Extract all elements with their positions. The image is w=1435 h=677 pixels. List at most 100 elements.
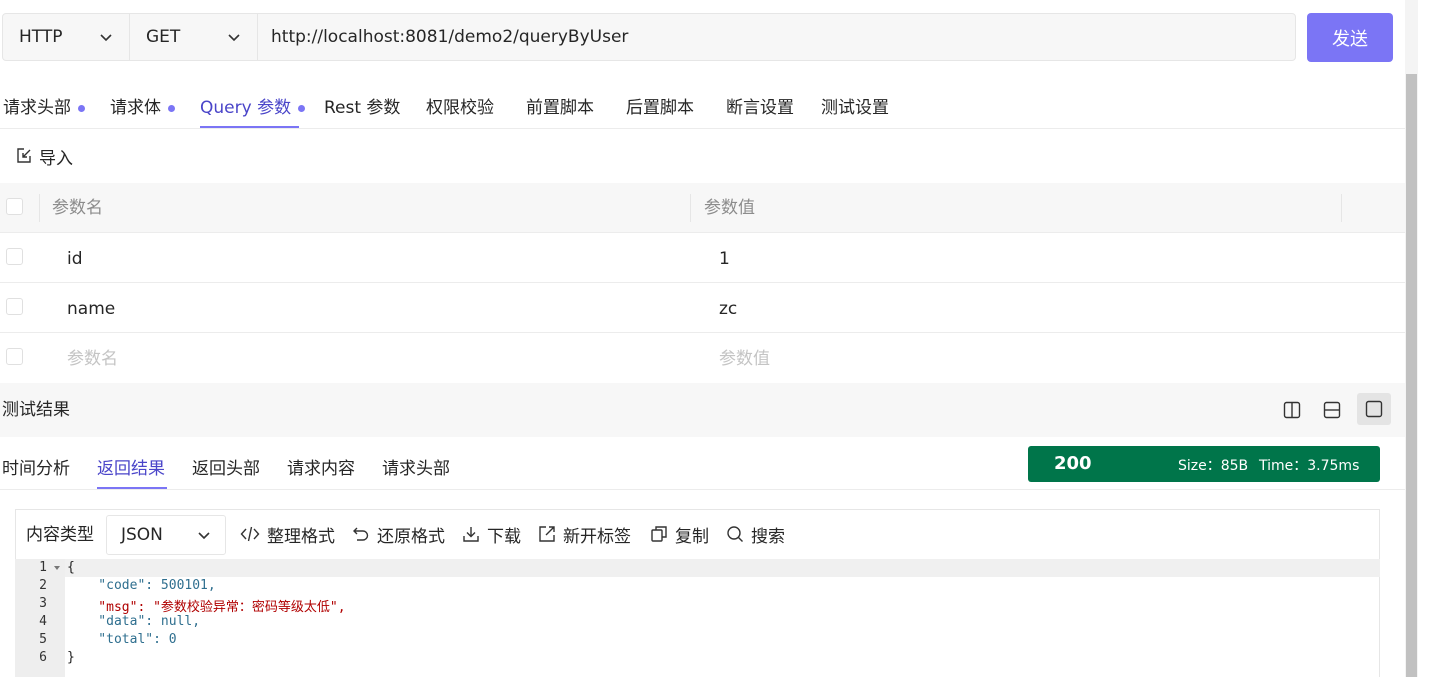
result-title: 测试结果 [2, 400, 70, 420]
result-tab-timing[interactable]: 时间分析 [2, 457, 70, 481]
line-number: 1 [39, 560, 47, 575]
params-table-header [0, 183, 1405, 233]
tab-request-body[interactable]: 请求体 [110, 96, 175, 120]
download-button[interactable]: 下载 [462, 522, 521, 547]
layout-horizontal-split-button[interactable] [1318, 396, 1346, 424]
response-code-editor[interactable]: 1 2 3 4 5 6 { "code": 500101, "msg": "参数… [15, 559, 1380, 677]
tab-label: Rest 参数 [324, 98, 401, 118]
status-banner: 200 Size：85B Time：3.75ms [1028, 446, 1380, 482]
param-name-cell[interactable]: name [67, 297, 115, 321]
result-header [0, 383, 1405, 437]
open-new-tab-button[interactable]: 新开标签 [538, 522, 631, 547]
line-number: 3 [39, 596, 47, 611]
tab-label: 前置脚本 [526, 98, 594, 118]
search-label: 搜索 [751, 526, 785, 547]
scrollbar-thumb[interactable] [1406, 74, 1417, 677]
fold-arrow-icon[interactable] [53, 564, 61, 572]
line-number: 2 [39, 578, 47, 593]
code-line: } [67, 650, 75, 665]
content-type-value: JSON [121, 525, 163, 545]
square-icon [1365, 400, 1383, 418]
copy-icon [651, 526, 667, 542]
tab-query-params[interactable]: Query 参数 [200, 96, 306, 120]
column-divider [39, 194, 40, 222]
code-icon [240, 526, 260, 542]
send-button[interactable]: 发送 [1307, 13, 1393, 62]
param-name-cell[interactable]: id [67, 247, 83, 271]
download-icon [463, 527, 479, 542]
tab-auth[interactable]: 权限校验 [426, 96, 494, 120]
content-type-select[interactable]: JSON [106, 515, 226, 555]
open-new-tab-label: 新开标签 [563, 526, 631, 547]
import-icon [17, 148, 31, 163]
request-bar: HTTP GET http://localhost:8081/demo2/que… [2, 13, 1296, 61]
method-select[interactable]: GET [130, 14, 258, 60]
split-horizontal-icon [1323, 401, 1341, 419]
row-checkbox[interactable] [6, 248, 23, 265]
result-tab-request-content[interactable]: 请求内容 [287, 457, 355, 481]
method-value: GET [146, 27, 181, 47]
tab-assertions[interactable]: 断言设置 [726, 96, 794, 120]
new-param-value-input[interactable]: 参数值 [719, 347, 770, 371]
format-label: 整理格式 [267, 526, 335, 547]
column-header-name: 参数名 [52, 198, 103, 218]
new-param-name-input[interactable]: 参数名 [67, 347, 118, 371]
content-type-label: 内容类型 [26, 525, 94, 545]
format-button[interactable]: 整理格式 [240, 522, 335, 547]
tab-label: 测试设置 [821, 98, 889, 118]
line-number: 4 [39, 614, 47, 629]
protocol-select[interactable]: HTTP [3, 14, 130, 60]
split-vertical-icon [1283, 401, 1301, 419]
status-code: 200 [1054, 453, 1092, 474]
active-line-highlight [65, 559, 1380, 577]
search-button[interactable]: 搜索 [726, 522, 785, 547]
code-line: { [67, 560, 75, 575]
result-tab-request-headers[interactable]: 请求头部 [382, 457, 450, 481]
response-time: Time：3.75ms [1259, 458, 1360, 474]
divider [0, 332, 1405, 333]
code-line: "msg": "参数校验异常：密码等级太低", [67, 600, 346, 615]
copy-label: 复制 [675, 526, 709, 547]
tab-label: 请求头部 [3, 98, 71, 118]
modified-dot [298, 104, 306, 112]
tab-label: 请求体 [110, 98, 161, 118]
layout-full-button[interactable] [1357, 393, 1391, 425]
chevron-down-icon [228, 34, 240, 42]
tab-post-script[interactable]: 后置脚本 [626, 96, 694, 120]
code-line: "total": 0 [67, 632, 177, 647]
url-input[interactable]: http://localhost:8081/demo2/queryByUser [271, 14, 628, 60]
copy-button[interactable]: 复制 [650, 522, 709, 547]
divider [0, 489, 1405, 490]
import-button[interactable]: 导入 [15, 144, 73, 169]
divider [0, 232, 1405, 233]
row-checkbox[interactable] [6, 298, 23, 315]
restore-format-button[interactable]: 还原格式 [352, 522, 445, 547]
code-line: "data": null, [67, 614, 201, 629]
tab-request-headers[interactable]: 请求头部 [3, 96, 85, 120]
line-number: 6 [39, 650, 47, 665]
modified-dot [168, 104, 175, 112]
column-divider [690, 194, 691, 222]
response-size: Size：85B [1178, 458, 1249, 474]
download-label: 下载 [487, 526, 521, 547]
search-icon [727, 526, 743, 542]
undo-icon [353, 527, 369, 541]
import-label: 导入 [39, 148, 73, 169]
tab-pre-script[interactable]: 前置脚本 [526, 96, 594, 120]
param-value-cell[interactable]: zc [719, 297, 737, 321]
tab-label: 后置脚本 [626, 98, 694, 118]
column-header-value: 参数值 [704, 198, 755, 218]
modified-dot [78, 104, 85, 112]
result-tab-response-body[interactable]: 返回结果 [97, 457, 165, 481]
line-number: 5 [39, 632, 47, 647]
layout-vertical-split-button[interactable] [1278, 396, 1306, 424]
row-checkbox[interactable] [6, 348, 23, 365]
chevron-down-icon [198, 532, 210, 540]
select-all-checkbox[interactable] [6, 198, 23, 215]
tab-label: 权限校验 [426, 98, 494, 118]
tab-rest-params[interactable]: Rest 参数 [324, 96, 400, 120]
param-value-cell[interactable]: 1 [719, 247, 730, 271]
tab-label: Query 参数 [200, 98, 292, 118]
tab-test-settings[interactable]: 测试设置 [821, 96, 889, 120]
result-tab-response-headers[interactable]: 返回头部 [192, 457, 260, 481]
